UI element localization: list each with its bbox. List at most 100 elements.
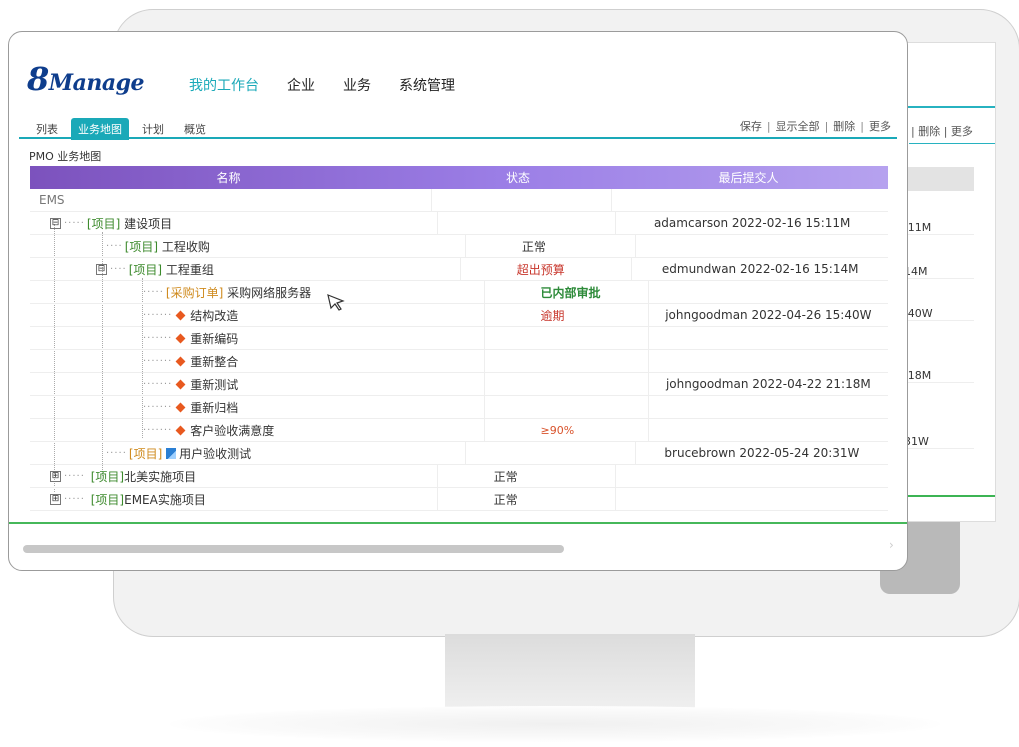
table-row[interactable]: ······· 客户验收满意度 ≥90% <box>30 419 888 442</box>
diamond-icon <box>175 310 186 320</box>
table-row[interactable]: ····· [项目] 用户验收测试 brucebrown 2022-05-24 2… <box>30 442 888 465</box>
nav-enterprise[interactable]: 企业 <box>287 75 315 95</box>
row-status: 逾期 <box>485 304 649 326</box>
expand-icon[interactable]: ⊞ <box>50 493 61 505</box>
table-row[interactable]: ······· 结构改造 逾期 johngoodman 2022-04-26 15… <box>30 304 888 327</box>
collapse-icon[interactable]: ⊟ <box>50 217 61 229</box>
tree-dots: ····· <box>64 493 85 505</box>
row-status: 正常 <box>466 235 636 257</box>
nav-my-workspace[interactable]: 我的工作台 <box>189 75 259 95</box>
row-status: 已内部审批 <box>485 281 649 303</box>
scroll-right-icon[interactable]: › <box>889 538 894 552</box>
row-status: 正常 <box>438 465 617 487</box>
tree-dots: ····· <box>143 286 164 298</box>
delete-link[interactable]: 删除 <box>833 120 855 133</box>
tree-dots: ···· <box>110 263 127 275</box>
table-row[interactable]: ······· 重新编码 <box>30 327 888 350</box>
back-window-cell: :11M <box>904 221 974 235</box>
row-tag: [项目] <box>128 262 163 277</box>
table-row[interactable]: EMS <box>30 189 888 212</box>
bottom-divider <box>9 522 907 524</box>
diamond-icon <box>175 379 186 389</box>
diamond-icon <box>175 425 186 435</box>
separator: | <box>766 120 771 133</box>
table-row[interactable]: ⊞ ····· [项目] EMEA实施项目 正常 <box>30 488 888 511</box>
tree-dots: ···· <box>106 240 123 252</box>
row-name[interactable]: 重新编码 <box>190 330 238 347</box>
show-all-link[interactable]: 显示全部 <box>776 120 820 133</box>
top-navigation: 我的工作台 企业 业务 系统管理 <box>189 75 455 95</box>
logo-text: Manage <box>48 70 145 96</box>
tree-dots: ····· <box>64 217 85 229</box>
row-name[interactable]: 客户验收满意度 <box>190 422 274 439</box>
monitor-stand-base <box>170 706 940 742</box>
back-window-cell: :40W <box>904 307 974 321</box>
back-window-cell: :18M <box>904 369 974 383</box>
row-tag: [项目] <box>86 216 121 231</box>
nav-business[interactable]: 业务 <box>343 75 371 95</box>
row-name[interactable]: EMEA实施项目 <box>124 491 206 508</box>
table-row[interactable]: ······· 重新整合 <box>30 350 888 373</box>
separator: | <box>824 120 829 133</box>
tree-dots: ······· <box>143 378 173 390</box>
business-map-grid: 名称 状态 最后提交人 EMS ⊟ ····· [项目] 建设项目 adamcars… <box>30 166 888 511</box>
app-logo[interactable]: 8Manage <box>27 60 145 98</box>
more-link[interactable]: 更多 <box>869 120 891 133</box>
scrollbar-thumb[interactable] <box>23 545 564 553</box>
doc-icon <box>166 447 177 459</box>
row-name[interactable]: 工程收购 <box>162 238 210 255</box>
save-link[interactable]: 保存 <box>740 120 762 133</box>
row-name[interactable]: 用户验收测试 <box>179 445 251 462</box>
toolbar-actions: 保存 | 显示全部 | 删除 | 更多 <box>740 118 891 134</box>
row-user: johngoodman 2022-04-26 15:40W <box>665 308 872 322</box>
row-name[interactable]: 重新整合 <box>190 353 238 370</box>
row-tag: [项目] <box>124 239 159 254</box>
expand-icon[interactable]: ⊞ <box>50 470 61 482</box>
table-row[interactable]: ······· 重新归档 <box>30 396 888 419</box>
tree-dots: ······· <box>143 309 173 321</box>
table-row[interactable]: ····· [采购订单] 采购网络服务器 已内部审批 <box>30 281 888 304</box>
cursor-icon <box>327 294 345 311</box>
back-window-cell: 31W <box>904 435 974 449</box>
table-row[interactable]: ⊟ ····· [项目] 建设项目 adamcarson 2022-02-16 15… <box>30 212 888 235</box>
grid-header: 名称 状态 最后提交人 <box>30 166 888 189</box>
main-window: 8Manage 我的工作台 企业 业务 系统管理 列表 业务地图 计划 概览 保… <box>8 31 908 571</box>
table-row[interactable]: ······· 重新测试 johngoodman 2022-04-22 21:18… <box>30 373 888 396</box>
row-status: 超出预算 <box>461 258 633 280</box>
tab-underline <box>19 137 897 139</box>
back-window-actions[interactable]: | 删除 | 更多 <box>911 123 979 139</box>
row-name[interactable]: 重新测试 <box>190 376 238 393</box>
row-user: brucebrown 2022-05-24 20:31W <box>664 446 860 460</box>
row-name[interactable]: 重新归档 <box>190 399 238 416</box>
section-title: PMO 业务地图 <box>29 150 102 163</box>
row-name[interactable]: 采购网络服务器 <box>227 284 311 301</box>
tree-dots: ····· <box>64 470 85 482</box>
row-status: 正常 <box>438 488 617 510</box>
diamond-icon <box>175 402 186 412</box>
collapse-icon[interactable]: ⊟ <box>96 263 107 275</box>
table-row[interactable]: ⊟ ···· [项目] 工程重组 超出预算 edmundwan 2022-02-16… <box>30 258 888 281</box>
row-user: adamcarson 2022-02-16 15:11M <box>653 216 851 230</box>
row-name[interactable]: 建设项目 <box>124 215 172 232</box>
row-tag: [采购订单] <box>165 285 224 300</box>
table-row[interactable]: ···· [项目] 工程收购 正常 <box>30 235 888 258</box>
row-tag: [项目] <box>90 492 125 507</box>
row-name: EMS <box>39 193 65 207</box>
table-row[interactable]: ⊞ ····· [项目] 北美实施项目 正常 <box>30 465 888 488</box>
tree-dots: ······· <box>143 401 173 413</box>
back-window-tab-line <box>909 143 995 144</box>
row-name[interactable]: 结构改造 <box>190 307 238 324</box>
horizontal-scrollbar[interactable] <box>23 544 893 554</box>
nav-system-admin[interactable]: 系统管理 <box>399 75 455 95</box>
row-status: ≥90% <box>485 419 649 441</box>
header-status[interactable]: 状态 <box>427 166 609 189</box>
header-name[interactable]: 名称 <box>30 166 427 189</box>
row-name[interactable]: 工程重组 <box>166 261 214 278</box>
separator: | <box>860 120 864 133</box>
back-window-cell: 14M <box>904 265 974 279</box>
diamond-icon <box>175 333 186 343</box>
row-name[interactable]: 北美实施项目 <box>124 468 196 485</box>
header-last-submitter[interactable]: 最后提交人 <box>609 166 888 189</box>
row-user: johngoodman 2022-04-22 21:18M <box>665 377 871 391</box>
back-window-grid-header <box>904 167 974 191</box>
